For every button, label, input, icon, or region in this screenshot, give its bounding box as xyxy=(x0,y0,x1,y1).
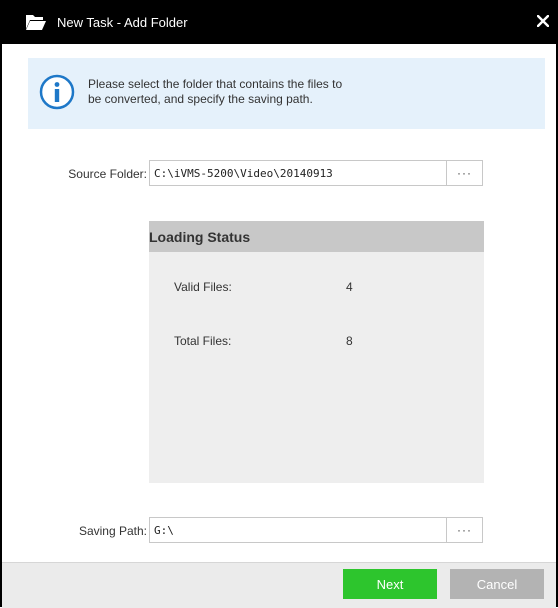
saving-path-input[interactable] xyxy=(149,517,447,543)
loading-status-title: Loading Status xyxy=(149,228,251,245)
source-folder-input[interactable] xyxy=(149,160,447,186)
cancel-button[interactable]: Cancel xyxy=(450,569,544,599)
loading-status-header: Loading Status xyxy=(149,221,484,252)
folder-open-icon xyxy=(25,13,47,31)
total-files-value: 8 xyxy=(346,334,353,348)
info-message-line-1: Please select the folder that contains t… xyxy=(88,77,343,91)
saving-path-browse-button[interactable]: ··· xyxy=(446,517,483,543)
total-files-label: Total Files: xyxy=(174,334,232,348)
info-icon xyxy=(39,74,75,110)
info-message: Please select the folder that contains t… xyxy=(88,77,528,107)
dialog-title: New Task - Add Folder xyxy=(57,14,188,30)
loading-status-panel: Loading Status Valid Files: 4 Total File… xyxy=(149,221,484,483)
close-icon[interactable] xyxy=(534,12,552,30)
dialog-titlebar: New Task - Add Folder xyxy=(0,0,558,44)
source-folder-label: Source Folder: xyxy=(68,167,147,181)
source-folder-browse-button[interactable]: ··· xyxy=(446,160,483,186)
next-button[interactable]: Next xyxy=(343,569,437,599)
info-message-line-2: be converted, and specify the saving pat… xyxy=(88,92,313,106)
valid-files-value: 4 xyxy=(346,280,353,294)
dialog-border-left xyxy=(0,44,2,607)
valid-files-label: Valid Files: xyxy=(174,280,232,294)
saving-path-label: Saving Path: xyxy=(78,524,147,538)
info-banner: Please select the folder that contains t… xyxy=(28,58,545,129)
